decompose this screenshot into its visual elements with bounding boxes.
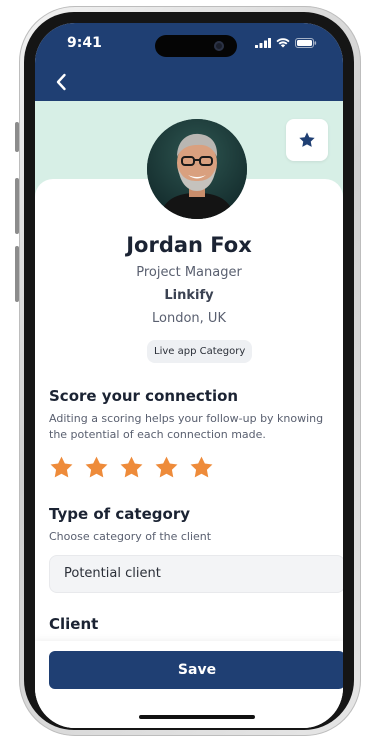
rating-star-3[interactable] (119, 455, 144, 480)
rating-star-4[interactable] (154, 455, 179, 480)
top-bar: 9:41 (35, 23, 343, 101)
rating-star-5[interactable] (189, 455, 214, 480)
category-description: Choose category of the client (49, 530, 212, 543)
score-title: Score your connection (49, 387, 239, 405)
signal-icon (255, 38, 271, 48)
canvas: 9:41 Jordan Fox Project Manager Linkify … (0, 0, 365, 740)
wifi-icon (276, 38, 290, 48)
mute-switch (15, 122, 19, 152)
status-icons (255, 38, 317, 48)
bottom-action-bar: Save (35, 641, 343, 728)
contact-role: Project Manager (136, 265, 242, 280)
save-button[interactable]: Save (49, 651, 343, 689)
avatar (147, 119, 247, 219)
category-title: Type of category (49, 505, 190, 523)
camera-icon (214, 41, 224, 51)
favorite-button[interactable] (286, 119, 328, 161)
chevron-left-icon (56, 73, 66, 91)
dynamic-island (155, 35, 237, 57)
rating-star-1[interactable] (49, 455, 74, 480)
category-tag: Live app Category (147, 340, 253, 363)
contact-location: London, UK (152, 311, 226, 326)
back-button[interactable] (51, 71, 71, 93)
contact-company: Linkify (164, 288, 214, 303)
status-time: 9:41 (67, 35, 102, 51)
category-select[interactable]: Potential client (49, 555, 343, 593)
client-title: Client (49, 615, 99, 633)
home-indicator (139, 715, 255, 719)
score-description: Aditing a scoring helps your follow-up b… (49, 412, 324, 441)
phone-screen: 9:41 Jordan Fox Project Manager Linkify … (35, 23, 343, 728)
star-icon (299, 132, 315, 147)
star-rating (49, 455, 214, 480)
profile-photo (147, 119, 247, 219)
rating-star-2[interactable] (84, 455, 109, 480)
contact-name: Jordan Fox (126, 233, 252, 257)
volume-up-button (15, 178, 19, 234)
volume-down-button (15, 246, 19, 302)
battery-icon (295, 38, 317, 48)
